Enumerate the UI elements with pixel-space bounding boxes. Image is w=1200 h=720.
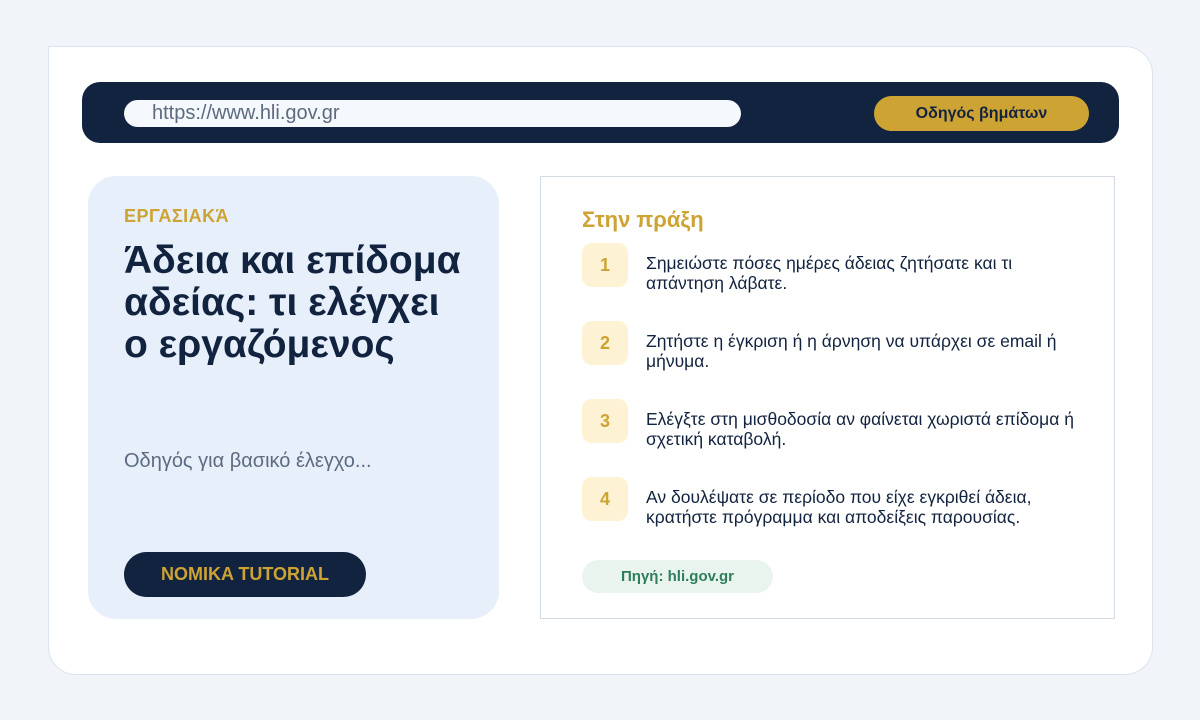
source-badge[interactable]: Πηγή: hli.gov.gr bbox=[582, 560, 773, 593]
step-number: 3 bbox=[582, 399, 628, 443]
browser-top-bar: https://www.hli.gov.gr Οδηγός βημάτων bbox=[82, 82, 1119, 143]
step-text: Ζητήστε η έγκριση ή η άρνηση να υπάρχει … bbox=[646, 331, 1057, 371]
step-number: 1 bbox=[582, 243, 628, 287]
step-text: Αν δουλέψατε σε περίοδο που είχε εγκριθε… bbox=[646, 487, 1032, 527]
step-item: 2 Ζητήστε η έγκριση ή η άρνηση να υπάρχε… bbox=[582, 321, 1082, 371]
step-item: 4 Αν δουλέψατε σε περίοδο που είχε εγκρι… bbox=[582, 477, 1082, 527]
step-guide-button[interactable]: Οδηγός βημάτων bbox=[874, 96, 1089, 131]
step-number: 2 bbox=[582, 321, 628, 365]
practice-card: Στην πράξη 1 Σημειώστε πόσες ημέρες άδει… bbox=[540, 176, 1115, 619]
step-text: Ελέγξτε στη μισθοδοσία αν φαίνεται χωρισ… bbox=[646, 409, 1074, 449]
tutorial-button[interactable]: NOMIKA TUTORIAL bbox=[124, 552, 366, 597]
step-item: 3 Ελέγξτε στη μισθοδοσία αν φαίνεται χωρ… bbox=[582, 399, 1082, 449]
article-title: Άδεια και επίδομα αδείας: τι ελέγχει ο ε… bbox=[124, 239, 461, 366]
article-card: ΕΡΓΑΣΙΑΚΆ Άδεια και επίδομα αδείας: τι ε… bbox=[88, 176, 499, 619]
step-text: Σημειώστε πόσες ημέρες άδειας ζητήσατε κ… bbox=[646, 253, 1013, 293]
category-label: ΕΡΓΑΣΙΑΚΆ bbox=[124, 206, 230, 226]
step-number: 4 bbox=[582, 477, 628, 521]
section-title: Στην πράξη bbox=[582, 207, 704, 232]
step-item: 1 Σημειώστε πόσες ημέρες άδειας ζητήσατε… bbox=[582, 243, 1082, 293]
article-subtitle: Οδηγός για βασικό έλεγχο... bbox=[124, 450, 372, 472]
url-bar[interactable]: https://www.hli.gov.gr bbox=[124, 100, 741, 127]
